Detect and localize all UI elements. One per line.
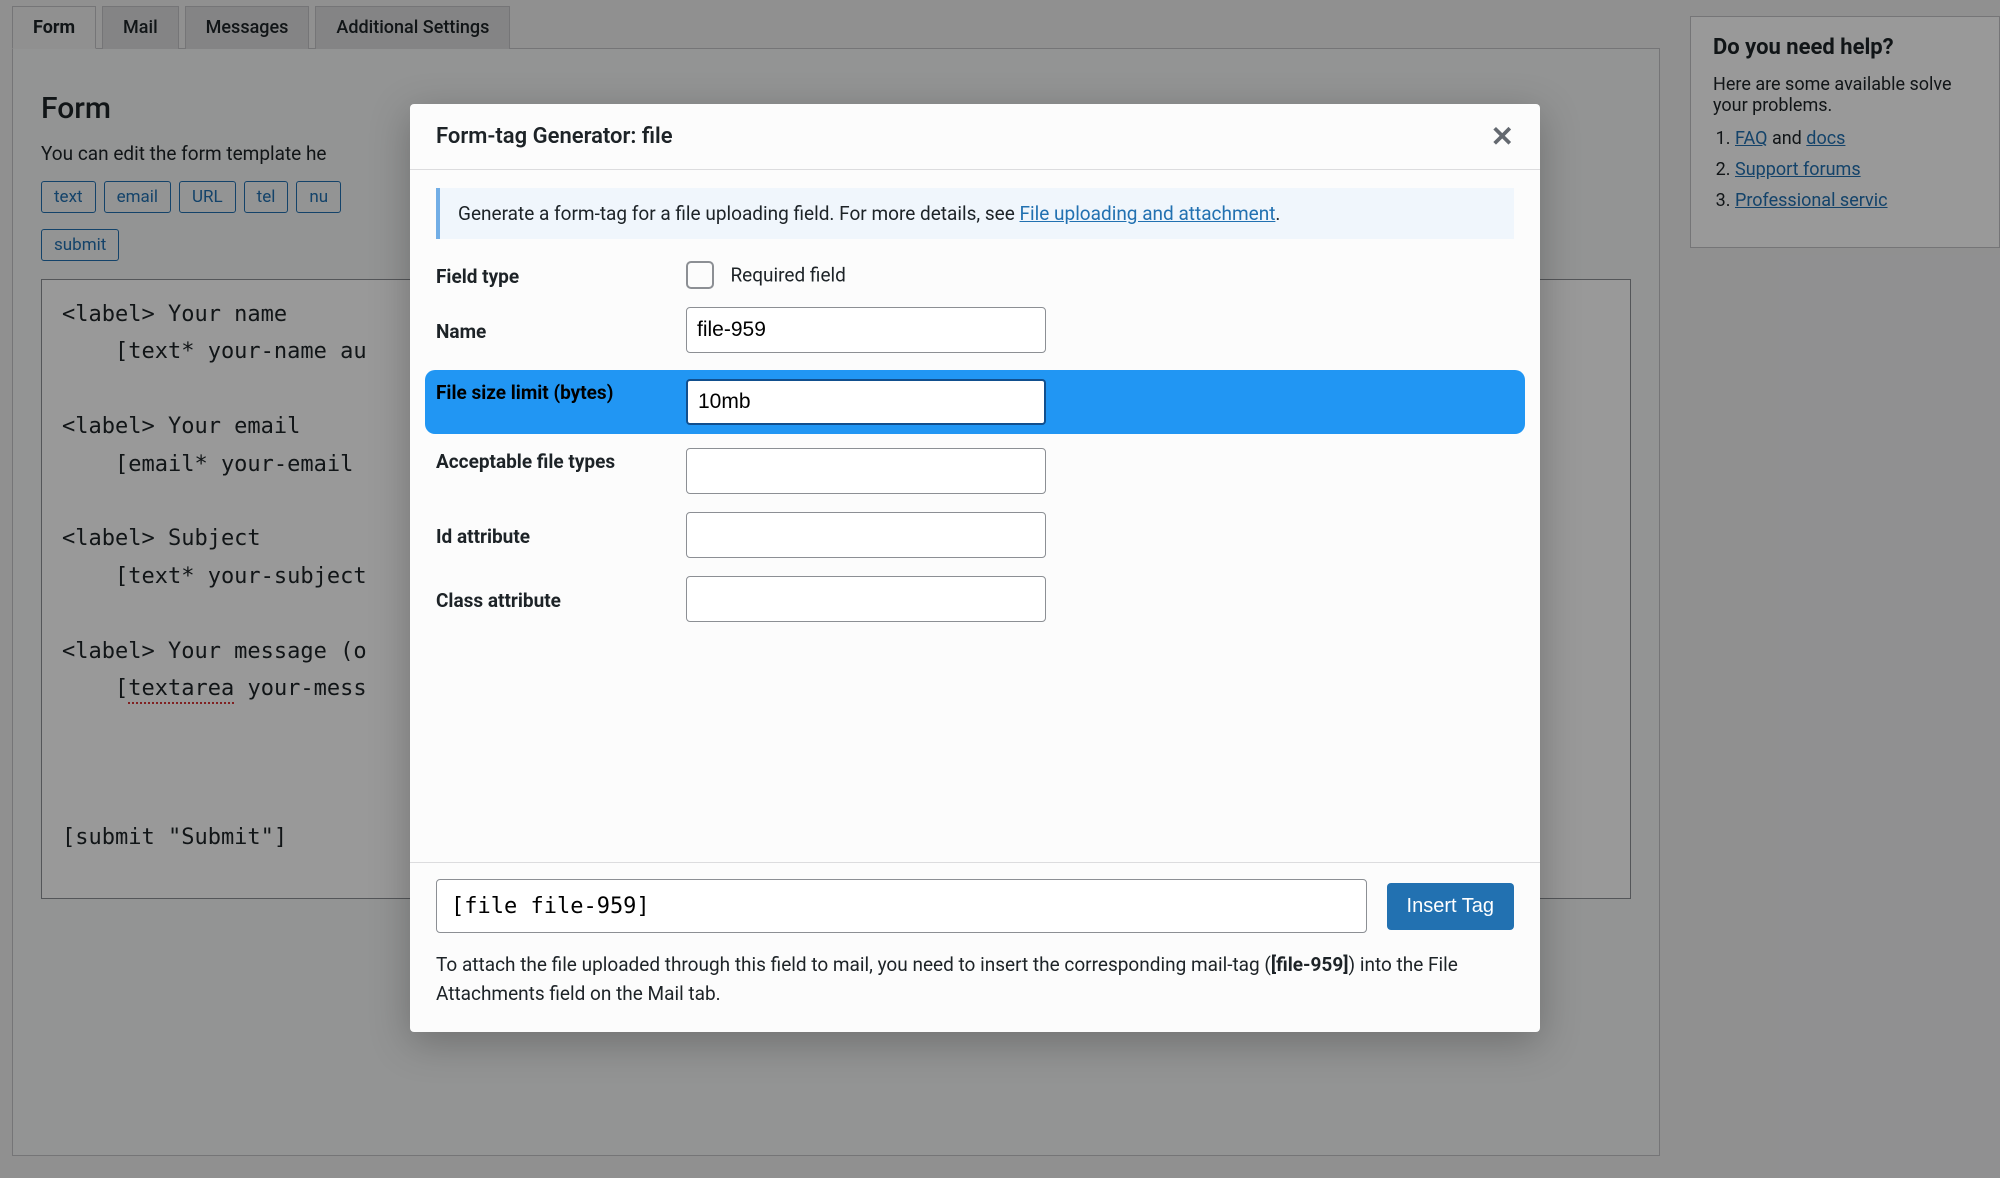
modal-title: Form-tag Generator: file <box>436 124 673 149</box>
label-file-size-limit: File size limit (bytes) <box>436 379 686 404</box>
modal-footer-note: To attach the file uploaded through this… <box>436 951 1514 1008</box>
close-icon[interactable]: ✕ <box>1491 120 1514 153</box>
class-attribute-input[interactable] <box>686 576 1046 622</box>
file-uploading-link[interactable]: File uploading and attachment <box>1020 202 1276 225</box>
file-size-limit-highlight: File size limit (bytes) <box>425 370 1525 434</box>
acceptable-file-types-input[interactable] <box>686 448 1046 494</box>
label-class-attribute: Class attribute <box>436 587 686 612</box>
modal-info-box: Generate a form-tag for a file uploading… <box>436 188 1514 239</box>
file-size-limit-input[interactable] <box>686 379 1046 425</box>
label-id-attribute: Id attribute <box>436 523 686 548</box>
name-input[interactable] <box>686 307 1046 353</box>
label-name: Name <box>436 318 686 343</box>
required-checkbox-label: Required field <box>730 264 845 287</box>
label-acceptable-file-types: Acceptable file types <box>436 448 686 473</box>
id-attribute-input[interactable] <box>686 512 1046 558</box>
label-field-type: Field type <box>436 263 686 288</box>
generated-tag-input[interactable] <box>436 879 1367 933</box>
insert-tag-button[interactable]: Insert Tag <box>1387 883 1514 930</box>
required-checkbox[interactable] <box>686 261 714 289</box>
form-tag-generator-modal: Form-tag Generator: file ✕ Generate a fo… <box>410 104 1540 1032</box>
